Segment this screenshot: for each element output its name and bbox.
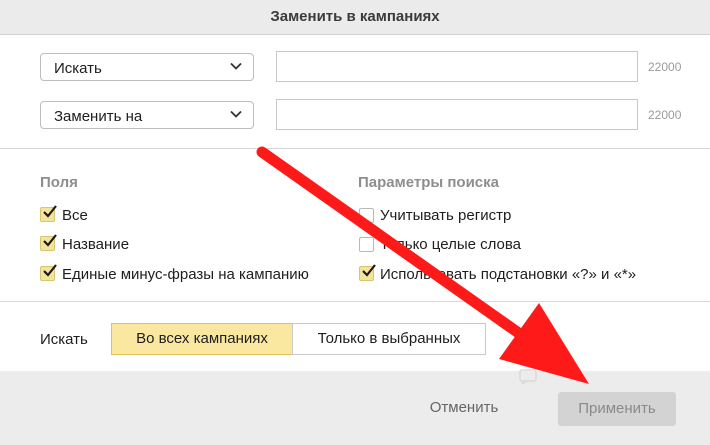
scope-all-campaigns-button[interactable]: Во всех кампаниях bbox=[111, 323, 293, 355]
check-icon bbox=[362, 264, 376, 277]
checkbox-case-sensitive[interactable] bbox=[359, 208, 374, 223]
check-icon bbox=[43, 264, 57, 277]
dialog-title: Заменить в кампаниях bbox=[270, 8, 440, 25]
chevron-down-icon bbox=[230, 110, 242, 118]
replace-char-counter: 22000 bbox=[648, 108, 682, 122]
checkbox-minus-phrases-label[interactable]: Единые минус-фразы на кампанию bbox=[62, 266, 309, 283]
checkbox-wildcards-label[interactable]: Использовать подстановки «?» и «*» bbox=[380, 266, 636, 283]
checkbox-name[interactable] bbox=[40, 234, 57, 251]
checkbox-whole-words[interactable] bbox=[359, 237, 374, 252]
checkbox-all-label[interactable]: Все bbox=[62, 207, 88, 224]
watermark-icon bbox=[519, 369, 537, 385]
divider bbox=[0, 301, 710, 302]
find-mode-select-value: Искать bbox=[54, 60, 102, 77]
checkbox-all[interactable] bbox=[40, 205, 57, 222]
checkbox-wildcards[interactable] bbox=[359, 264, 376, 281]
cancel-button[interactable]: Отменить bbox=[414, 392, 514, 424]
checkbox-whole-words-label[interactable]: Только целые слова bbox=[380, 236, 521, 253]
find-input[interactable] bbox=[276, 51, 638, 82]
checkbox-minus-phrases[interactable] bbox=[40, 264, 57, 281]
check-icon bbox=[43, 205, 57, 218]
scope-selected-campaigns-button[interactable]: Только в выбранных bbox=[292, 323, 486, 355]
scope-label: Искать bbox=[40, 331, 88, 348]
replace-mode-select[interactable]: Заменить на bbox=[40, 101, 254, 129]
chevron-down-icon bbox=[230, 62, 242, 70]
check-icon bbox=[43, 234, 57, 247]
search-params-section-title: Параметры поиска bbox=[358, 174, 499, 191]
checkbox-case-sensitive-label[interactable]: Учитывать регистр bbox=[380, 207, 511, 224]
replace-input[interactable] bbox=[276, 99, 638, 130]
fields-section-title: Поля bbox=[40, 174, 78, 191]
replace-mode-select-value: Заменить на bbox=[54, 108, 143, 125]
watermark-logo bbox=[518, 367, 698, 387]
dialog-header: Заменить в кампаниях bbox=[0, 0, 710, 35]
divider bbox=[0, 148, 710, 149]
checkbox-name-label[interactable]: Название bbox=[62, 236, 129, 253]
apply-button[interactable]: Применить bbox=[558, 392, 676, 426]
find-char-counter: 22000 bbox=[648, 60, 682, 74]
find-mode-select[interactable]: Искать bbox=[40, 53, 254, 81]
